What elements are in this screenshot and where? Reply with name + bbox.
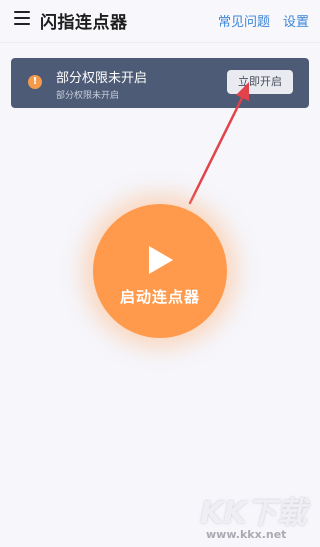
watermark-url: www.kkx.net	[206, 528, 287, 541]
watermark: KK下载 www.kkx.net	[200, 488, 318, 544]
play-icon	[149, 246, 173, 274]
start-clicker-label: 启动连点器	[119, 288, 200, 306]
watermark-logo: KK下载	[200, 496, 307, 531]
start-clicker-button[interactable]: 启动连点器	[93, 204, 227, 338]
